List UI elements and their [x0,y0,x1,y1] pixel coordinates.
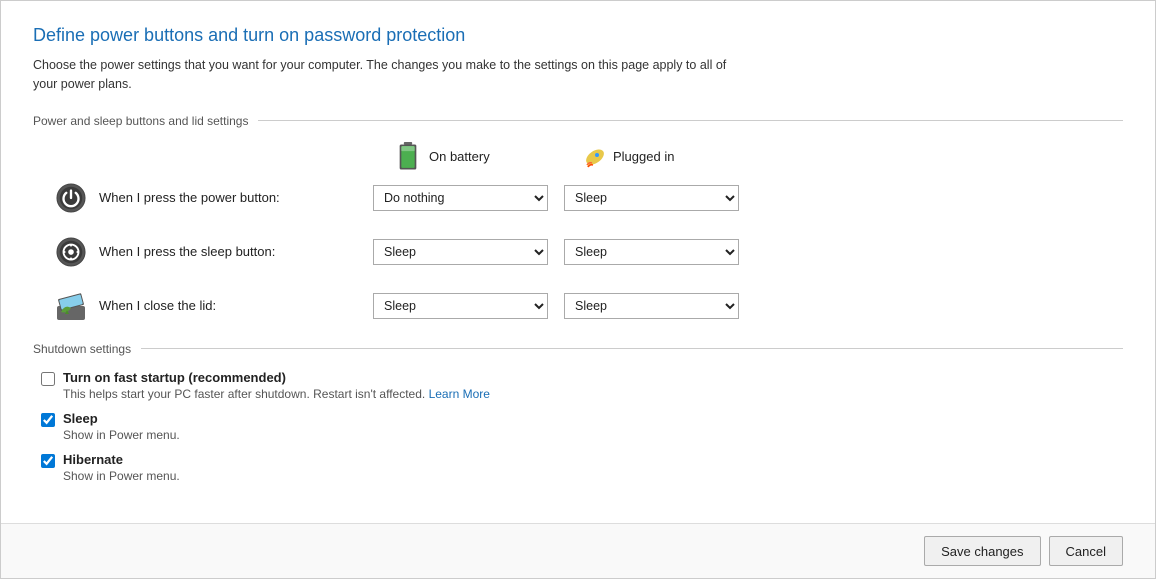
shutdown-section-header: Shutdown settings [33,342,1123,356]
columns-header: On battery Plugged in [73,142,1123,172]
power-button-plugged-select[interactable]: Sleep Do nothing Hibernate Shut down Tur… [564,185,739,211]
sleep-title: Sleep [63,411,180,426]
sleep-desc: Show in Power menu. [63,428,180,442]
power-buttons-divider [258,120,1123,121]
shutdown-section-label: Shutdown settings [33,342,131,356]
fast-startup-row: Turn on fast startup (recommended) This … [41,370,1123,401]
sleep-label[interactable]: Sleep [63,411,98,426]
lid-battery-select[interactable]: Sleep Do nothing Hibernate Shut down Tur… [373,293,548,319]
sleep-button-row: When I press the sleep button: Sleep Do … [53,234,1123,270]
fast-startup-checkbox[interactable] [41,372,55,386]
power-button-icon [56,183,86,213]
plugged-column-label: Plugged in [613,149,674,164]
power-button-icon-container [53,180,89,216]
main-window: Define power buttons and turn on passwor… [0,0,1156,579]
battery-column-label: On battery [429,149,490,164]
plugged-column-header: Plugged in [583,145,773,169]
hibernate-content: Hibernate Show in Power menu. [63,452,180,483]
sleep-button-plugged-select[interactable]: Sleep Do nothing Hibernate Shut down Tur… [564,239,739,265]
power-button-row: When I press the power button: Do nothin… [53,180,1123,216]
shutdown-divider [141,348,1123,349]
lid-plugged-select[interactable]: Sleep Do nothing Hibernate Shut down Tur… [564,293,739,319]
footer: Save changes Cancel [1,523,1155,578]
lid-icon-container [53,288,89,324]
sleep-button-icon-container [53,234,89,270]
page-title: Define power buttons and turn on passwor… [33,25,1123,46]
sleep-button-battery-select[interactable]: Sleep Do nothing Hibernate Shut down Tur… [373,239,548,265]
fast-startup-desc: This helps start your PC faster after sh… [63,387,490,401]
power-buttons-section-header: Power and sleep buttons and lid settings [33,114,1123,128]
sleep-button-label: When I press the sleep button: [99,244,373,259]
lid-label: When I close the lid: [99,298,373,313]
battery-icon [393,142,423,172]
hibernate-checkbox[interactable] [41,454,55,468]
fast-startup-title: Turn on fast startup (recommended) [63,370,490,385]
content-area: Define power buttons and turn on passwor… [1,1,1155,523]
hibernate-desc: Show in Power menu. [63,469,180,483]
cancel-button[interactable]: Cancel [1049,536,1123,566]
learn-more-link[interactable]: Learn More [429,387,490,401]
sleep-button-icon [56,237,86,267]
fast-startup-content: Turn on fast startup (recommended) This … [63,370,490,401]
shutdown-section: Shutdown settings Turn on fast startup (… [33,342,1123,483]
sleep-content: Sleep Show in Power menu. [63,411,180,442]
lid-icon [53,288,89,324]
sleep-checkbox[interactable] [41,413,55,427]
lid-row: When I close the lid: Sleep Do nothing H… [53,288,1123,324]
power-button-label: When I press the power button: [99,190,373,205]
hibernate-row: Hibernate Show in Power menu. [41,452,1123,483]
page-description: Choose the power settings that you want … [33,56,733,94]
power-button-battery-select[interactable]: Do nothing Sleep Hibernate Shut down Tur… [373,185,548,211]
sleep-row: Sleep Show in Power menu. [41,411,1123,442]
hibernate-title: Hibernate [63,452,180,467]
battery-column-header: On battery [393,142,583,172]
save-changes-button[interactable]: Save changes [924,536,1040,566]
hibernate-label[interactable]: Hibernate [63,452,123,467]
plugged-icon [583,145,607,169]
power-buttons-section-label: Power and sleep buttons and lid settings [33,114,248,128]
fast-startup-label[interactable]: Turn on fast startup (recommended) [63,370,286,385]
